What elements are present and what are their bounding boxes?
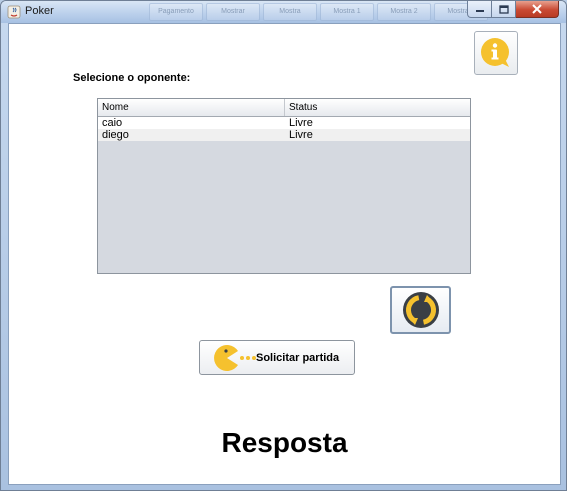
response-label: Resposta: [221, 427, 348, 458]
info-icon: [481, 38, 509, 67]
app-window: Poker Pagamento Mostrar Mostra Mostra 1 …: [0, 0, 567, 491]
background-taskbar-tabs: Pagamento Mostrar Mostra Mostra 1 Mostra…: [149, 3, 488, 21]
cell-nome: diego: [102, 129, 129, 141]
info-button[interactable]: [474, 31, 518, 75]
ghost-tab: Mostra 1: [320, 3, 374, 21]
cell-nome: caio: [102, 117, 123, 129]
close-button[interactable]: [516, 1, 559, 18]
column-header-nome[interactable]: Nome: [98, 99, 285, 116]
table-row[interactable]: caio Livre: [98, 117, 470, 129]
window-controls: [467, 1, 559, 18]
java-app-icon: [7, 5, 21, 19]
ghost-tab: Pagamento: [149, 3, 203, 21]
table-header: Nome Status: [98, 99, 470, 117]
ghost-tab: Mostrar: [206, 3, 260, 21]
maximize-icon: [498, 4, 509, 14]
select-opponent-label: Selecione o oponente:: [73, 72, 191, 84]
maximize-button[interactable]: [492, 1, 516, 18]
cell-status: Livre: [289, 129, 313, 141]
cell-status: Livre: [289, 117, 313, 129]
close-icon: [532, 4, 542, 14]
column-header-status[interactable]: Status: [285, 99, 317, 116]
pacman-icon: [214, 344, 256, 371]
refresh-icon: [402, 292, 439, 328]
minimize-button[interactable]: [467, 1, 492, 18]
ghost-tab: Mostra 2: [377, 3, 431, 21]
title-bar[interactable]: Poker Pagamento Mostrar Mostra Mostra 1 …: [1, 1, 566, 23]
opponents-table: Nome Status caio Livre diego Livre: [97, 98, 471, 274]
request-match-button[interactable]: Solicitar partida: [199, 340, 355, 375]
refresh-button[interactable]: [390, 286, 451, 334]
minimize-icon: [475, 10, 484, 12]
table-row[interactable]: diego Livre: [98, 129, 470, 141]
window-title: Poker: [25, 5, 54, 17]
content-panel: Selecione o oponente: Nome Status caio L…: [8, 23, 561, 485]
request-match-label: Solicitar partida: [256, 351, 340, 364]
ghost-tab: Mostra: [263, 3, 317, 21]
